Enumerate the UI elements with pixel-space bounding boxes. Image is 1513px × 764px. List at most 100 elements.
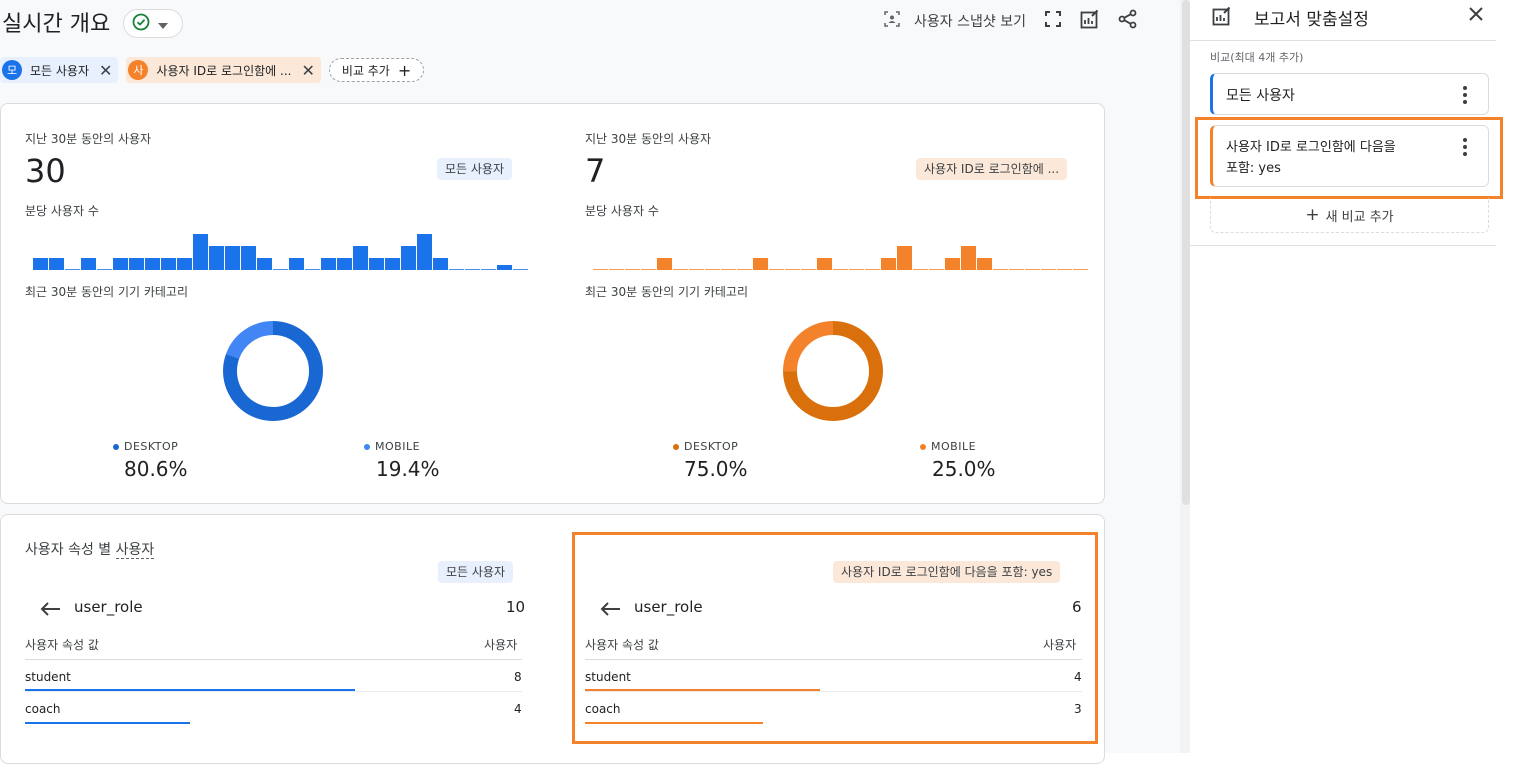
per-minute-bar [321, 258, 336, 270]
chip-label: 모든 사용자 [30, 63, 90, 78]
device-category-label: 최근 30분 동안의 기기 카테고리 [585, 285, 749, 299]
per-minute-bar [993, 269, 1008, 270]
per-minute-bar-chart [33, 220, 528, 270]
per-minute-bar [753, 258, 768, 270]
users-value: 7 [585, 152, 606, 190]
per-minute-bar [801, 269, 816, 270]
per-minute-bar [833, 269, 848, 270]
users-value: 30 [25, 152, 66, 190]
legend-mobile: MOBILE [364, 440, 420, 453]
per-minute-bar [625, 269, 640, 270]
per-minute-bar [817, 258, 832, 270]
compare-hint: 비교(최대 4개 추가) [1210, 51, 1304, 64]
chip-label: 사용자 ID로 로그인함에 ... [156, 63, 292, 78]
top-bar: 실시간 개요 사용자 스냅샷 보기 [0, 0, 1180, 46]
chip-all-users[interactable]: 모 모든 사용자 ✕ [0, 57, 119, 83]
per-minute-bar [289, 258, 304, 270]
device-donut-chart [783, 321, 883, 421]
per-minute-bar [513, 269, 528, 270]
fullscreen-icon[interactable] [1044, 10, 1062, 32]
per-minute-bar [705, 269, 720, 270]
add-comparison-button[interactable]: 비교 추가 + [328, 58, 425, 82]
chip-logged-in[interactable]: 사 사용자 ID로 로그인함에 ... ✕ [126, 57, 321, 83]
page-title: 실시간 개요 [2, 12, 111, 37]
segment-badge: 모든 사용자 [438, 561, 514, 583]
per-minute-bar [945, 258, 960, 270]
per-minute-bar [129, 258, 144, 270]
legend-mobile: MOBILE [920, 440, 976, 453]
per-minute-bar [177, 258, 192, 270]
edit-report-icon [1212, 6, 1232, 30]
per-minute-bar [769, 269, 784, 270]
chip-avatar: 모 [2, 60, 22, 80]
more-vert-icon[interactable] [1463, 86, 1467, 108]
per-minute-bar [497, 265, 512, 270]
per-minute-bar [49, 258, 64, 270]
dimension-total: 10 [506, 598, 526, 616]
close-icon[interactable]: ✕ [99, 61, 112, 80]
main-area: 실시간 개요 사용자 스냅샷 보기 모 모든 사용자 ✕ 사 사용자 ID로 로… [0, 0, 1180, 764]
segment-badge: 모든 사용자 [437, 158, 513, 180]
per-minute-bar [193, 234, 208, 270]
panel-title: 보고서 맞춤설정 [1254, 10, 1369, 30]
per-minute-bar [657, 258, 672, 270]
per-minute-bar [897, 246, 912, 270]
user-snapshot-button[interactable]: 사용자 스냅샷 보기 [884, 11, 1026, 31]
plus-icon: + [397, 60, 412, 80]
status-dropdown[interactable] [123, 9, 183, 38]
legend-desktop: DESKTOP [673, 440, 738, 453]
mobile-percent: 25.0% [932, 457, 996, 481]
share-icon[interactable] [1118, 9, 1138, 33]
per-minute-bar [385, 258, 400, 270]
per-minute-bar [241, 246, 256, 270]
highlight-box [572, 532, 1098, 744]
table-row-label: student [25, 670, 71, 684]
comparison-chips: 모 모든 사용자 ✕ 사 사용자 ID로 로그인함에 ... ✕ 비교 추가 + [0, 57, 425, 83]
add-comparison-label: 비교 추가 [341, 63, 390, 78]
mobile-percent: 19.4% [376, 457, 440, 481]
per-minute-bar [97, 269, 112, 270]
per-minute-bar [689, 269, 704, 270]
per-minute-bar [337, 258, 352, 270]
dimension-name: user_role [74, 598, 143, 616]
per-minute-bar [465, 269, 480, 270]
per-minute-bar [961, 246, 976, 270]
scrollbar[interactable] [1182, 0, 1190, 505]
snapshot-icon [884, 11, 900, 31]
per-minute-bar [209, 246, 224, 270]
per-minute-bar [737, 269, 752, 270]
per-minute-bar [161, 258, 176, 270]
per-minute-bar [785, 269, 800, 270]
per-minute-bar [273, 269, 288, 270]
per-minute-bar [305, 269, 320, 270]
add-new-comparison-button[interactable]: + 새 비교 추가 [1210, 198, 1489, 233]
per-minute-bar [257, 258, 272, 270]
per-minute-label: 분당 사용자 수 [585, 204, 659, 218]
per-minute-bar [81, 258, 96, 270]
users-label: 지난 30분 동안의 사용자 [585, 132, 712, 146]
close-icon[interactable]: ✕ [301, 61, 314, 80]
per-minute-bar [225, 246, 240, 270]
per-minute-label: 분당 사용자 수 [25, 204, 99, 218]
per-minute-bar [609, 269, 624, 270]
per-minute-bar-chart [593, 220, 1088, 270]
per-minute-bar [481, 269, 496, 270]
column-header-users: 사용자 [484, 638, 518, 652]
segment-badge: 사용자 ID로 로그인함에 ... [916, 158, 1068, 180]
edit-chart-icon[interactable] [1080, 9, 1100, 33]
desktop-percent: 80.6% [124, 457, 188, 481]
metric-link[interactable]: 사용자 [115, 542, 155, 559]
check-circle-icon [132, 13, 150, 35]
row-bar [25, 722, 190, 724]
close-icon[interactable] [1468, 6, 1484, 26]
per-minute-bar [641, 269, 656, 270]
per-minute-bar [1073, 269, 1088, 270]
per-minute-bar [1025, 269, 1040, 270]
customize-report-panel: 보고서 맞춤설정 비교(최대 4개 추가) 모든 사용자 사용자 ID로 로그인… [1190, 0, 1503, 246]
back-arrow-icon[interactable] [39, 601, 61, 621]
device-category-label: 최근 30분 동안의 기기 카테고리 [25, 285, 189, 299]
caret-down-icon [158, 14, 168, 33]
legend-desktop: DESKTOP [113, 440, 178, 453]
comparison-item-all-users[interactable]: 모든 사용자 [1210, 73, 1489, 115]
chip-avatar: 사 [128, 60, 149, 80]
